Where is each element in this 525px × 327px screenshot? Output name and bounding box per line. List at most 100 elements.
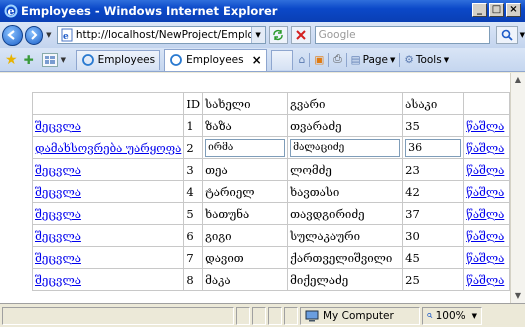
delete-link[interactable]: წაშლა <box>466 185 504 199</box>
cell-age: 37 <box>402 202 465 225</box>
status-bar: My Computer 100% ▼ <box>0 303 525 327</box>
tab-list-dropdown-icon[interactable]: ▼ <box>61 56 69 64</box>
cell-age: 30 <box>402 224 465 247</box>
print-icon[interactable]: ⎙ <box>333 53 341 66</box>
search-button[interactable] <box>496 26 518 44</box>
cell-last-name: მიქელაძე <box>287 268 404 291</box>
status-pane <box>236 306 250 325</box>
divider <box>345 52 347 67</box>
back-arrow-icon <box>7 30 15 40</box>
header-last-name: გვარი <box>287 92 404 115</box>
zoom-control[interactable]: 100% ▼ <box>422 306 482 325</box>
table-row: შეცვლა 1 ზაზა თვარაძე 35 წაშლა <box>31 114 510 137</box>
scroll-down-icon[interactable]: ▼ <box>511 289 525 303</box>
forward-arrow-icon <box>31 30 38 40</box>
edit-link[interactable]: შეცვლა <box>35 251 81 265</box>
first-name-input[interactable] <box>205 138 286 157</box>
tab-employees-1[interactable]: Employees <box>75 49 161 70</box>
svg-text:e: e <box>8 5 15 18</box>
divider <box>328 52 330 67</box>
delete-link[interactable]: წაშლა <box>466 273 504 287</box>
refresh-button[interactable] <box>268 26 289 44</box>
ie-logo-icon: e <box>4 4 18 18</box>
forward-button[interactable] <box>24 25 44 45</box>
security-zone[interactable]: My Computer <box>300 306 420 325</box>
address-text[interactable]: http://localhost/NewProject/Employe <box>76 29 252 41</box>
save-cancel-link[interactable]: დამახსოვრება უარყოფა <box>35 141 181 155</box>
tab-employees-2[interactable]: Employees × <box>164 48 267 71</box>
refresh-icon <box>273 29 283 41</box>
computer-icon <box>305 310 319 321</box>
cell-last-name: თავდგირიძე <box>287 202 404 225</box>
zoom-level: 100% <box>435 309 466 322</box>
scroll-up-icon[interactable]: ▲ <box>511 73 525 87</box>
new-tab-button[interactable] <box>270 49 293 70</box>
cell-age: 42 <box>402 180 465 203</box>
cell-first-name: მაკა <box>202 268 289 291</box>
add-favorites-icon[interactable]: ✚ <box>24 53 34 67</box>
search-input[interactable]: Google <box>316 29 490 41</box>
edit-link[interactable]: შეცვლა <box>35 207 81 221</box>
table-row: შეცვლა 5 ხათუნა თავდგირიძე 37 წაშლა <box>31 202 510 225</box>
tools-menu[interactable]: Tools <box>416 54 442 66</box>
zoom-dropdown-icon[interactable]: ▼ <box>472 312 477 320</box>
page-dropdown-icon[interactable]: ▼ <box>390 56 395 64</box>
cell-age: 45 <box>402 246 465 269</box>
header-first-name: სახელი <box>202 92 289 115</box>
edit-link[interactable]: შეცვლა <box>35 163 81 177</box>
svg-text:e: e <box>63 32 69 42</box>
address-dropdown-icon[interactable]: ▼ <box>250 27 265 43</box>
delete-link[interactable]: წაშლა <box>466 207 504 221</box>
delete-link[interactable]: წაშლა <box>466 229 504 243</box>
stop-button[interactable] <box>291 26 311 44</box>
tab-label: Employees <box>97 54 156 66</box>
feeds-icon[interactable]: ▣ <box>314 54 324 66</box>
search-box[interactable]: Google <box>314 26 491 44</box>
edit-link[interactable]: შეცვლა <box>35 273 81 287</box>
command-bar: ⌂ ▣ ⎙ ▤ Page ▼ ⚙ Tools ▼ <box>299 52 449 67</box>
delete-link[interactable]: წაშლა <box>466 163 504 177</box>
delete-link[interactable]: წაშლა <box>466 141 504 155</box>
header-action <box>31 92 185 115</box>
close-button[interactable]: × <box>506 3 521 17</box>
status-pane <box>284 306 298 325</box>
cell-age: 25 <box>402 268 465 291</box>
table-header-row: ID სახელი გვარი ასაკი <box>31 92 510 115</box>
favorites-star-icon[interactable]: ★ <box>5 52 18 68</box>
delete-link[interactable]: წაშლა <box>466 251 504 265</box>
header-id: ID <box>183 92 204 115</box>
quick-tabs-icon[interactable] <box>41 52 58 67</box>
title-bar: e Employees - Windows Internet Explorer … <box>0 0 525 22</box>
divider <box>309 52 311 67</box>
tab-label: Employees <box>186 54 244 66</box>
tools-dropdown-icon[interactable]: ▼ <box>444 56 449 64</box>
status-pane <box>268 306 282 325</box>
header-delete <box>463 92 510 115</box>
maximize-button[interactable]: □ <box>489 3 504 17</box>
table-row-editing: დამახსოვრება უარყოფა 2 წაშლა <box>31 136 510 159</box>
ie-window: e Employees - Windows Internet Explorer … <box>0 0 525 327</box>
edit-link[interactable]: შეცვლა <box>35 119 81 133</box>
cell-first-name: გიგი <box>202 224 289 247</box>
table-row: შეცვლა 6 გიგი სულაკაური 30 წაშლა <box>31 224 510 247</box>
status-text-pane <box>2 306 234 325</box>
back-button[interactable] <box>2 24 23 46</box>
zoom-icon <box>427 313 433 319</box>
edit-link[interactable]: შეცვლა <box>35 185 81 199</box>
close-tab-icon[interactable]: × <box>252 53 262 67</box>
history-dropdown-icon[interactable]: ▼ <box>46 31 54 39</box>
delete-link[interactable]: წაშლა <box>466 119 504 133</box>
last-name-input[interactable] <box>290 138 401 157</box>
vertical-scrollbar[interactable]: ▲ ▼ <box>510 73 525 303</box>
page-menu-icon: ▤ <box>350 53 361 66</box>
page-menu[interactable]: Page <box>363 54 388 66</box>
edit-link[interactable]: შეცვლა <box>35 229 81 243</box>
search-options-icon[interactable]: ▼ <box>520 31 525 39</box>
home-icon[interactable]: ⌂ <box>299 54 306 66</box>
age-input[interactable] <box>405 138 462 157</box>
minimize-button[interactable]: _ <box>472 3 487 17</box>
cell-id: 4 <box>183 180 204 203</box>
employees-table: ID სახელი გვარი ასაკი შეცვლა 1 ზაზა თვარ… <box>31 92 510 291</box>
address-bar[interactable]: e http://localhost/NewProject/Employe ▼ <box>56 26 266 44</box>
page-content: ID სახელი გვარი ასაკი შეცვლა 1 ზაზა თვარ… <box>0 73 510 303</box>
